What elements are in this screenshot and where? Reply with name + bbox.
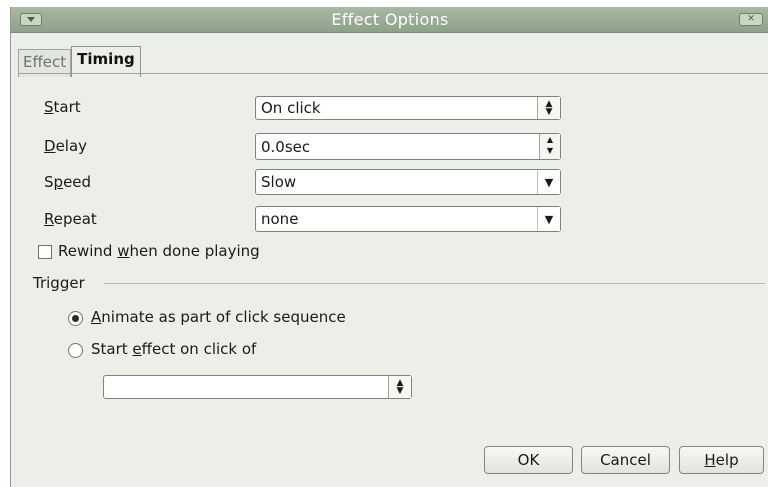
- ok-button[interactable]: OK: [484, 446, 573, 474]
- radio-selected-dot: [72, 315, 79, 322]
- speed-label: Speed: [44, 173, 92, 191]
- rewind-label[interactable]: Rewind when done playing: [58, 242, 260, 260]
- effect-options-dialog: Effect Options ✕ Effect Timing Start On …: [10, 7, 768, 487]
- updown-arrows-icon[interactable]: ▲ ▼: [537, 97, 560, 119]
- animate-sequence-label[interactable]: Animate as part of click sequence: [91, 308, 346, 326]
- repeat-dropdown[interactable]: none ▼: [255, 206, 561, 232]
- tab-divider: [18, 73, 768, 74]
- cancel-button[interactable]: Cancel: [581, 446, 670, 474]
- animate-sequence-radio[interactable]: [68, 311, 83, 326]
- repeat-value: none: [261, 210, 299, 228]
- tab-bar: Effect Timing: [18, 46, 141, 77]
- delay-spinbox[interactable]: 0.0sec ▲ ▼: [255, 133, 561, 160]
- window-title: Effect Options: [331, 10, 449, 29]
- trigger-heading: Trigger: [33, 274, 85, 292]
- start-value: On click: [261, 99, 321, 117]
- help-button[interactable]: Help: [679, 446, 764, 474]
- start-on-click-label[interactable]: Start effect on click of: [91, 340, 256, 358]
- spin-down-icon[interactable]: ▼: [540, 145, 560, 156]
- trigger-separator: [104, 283, 765, 284]
- updown-arrows-icon[interactable]: ▲ ▼: [388, 376, 411, 398]
- start-select[interactable]: On click ▲ ▼: [255, 96, 561, 120]
- start-label: Start: [44, 98, 81, 116]
- start-on-click-radio[interactable]: [68, 343, 83, 358]
- rewind-checkbox[interactable]: [38, 245, 52, 259]
- repeat-label: Repeat: [44, 210, 97, 228]
- delay-spin-buttons[interactable]: ▲ ▼: [539, 134, 560, 159]
- delay-label: Delay: [44, 137, 88, 155]
- close-icon[interactable]: ✕: [739, 13, 763, 26]
- chevron-down-icon[interactable]: ▼: [537, 207, 560, 231]
- chevron-down-icon[interactable]: ▼: [537, 170, 560, 194]
- spin-up-icon[interactable]: ▲: [540, 134, 560, 145]
- speed-dropdown[interactable]: Slow ▼: [255, 169, 561, 195]
- title-bar[interactable]: Effect Options ✕: [11, 7, 768, 33]
- speed-value: Slow: [261, 173, 297, 191]
- delay-value: 0.0sec: [261, 138, 311, 156]
- trigger-shape-select[interactable]: ▲ ▼: [103, 375, 412, 399]
